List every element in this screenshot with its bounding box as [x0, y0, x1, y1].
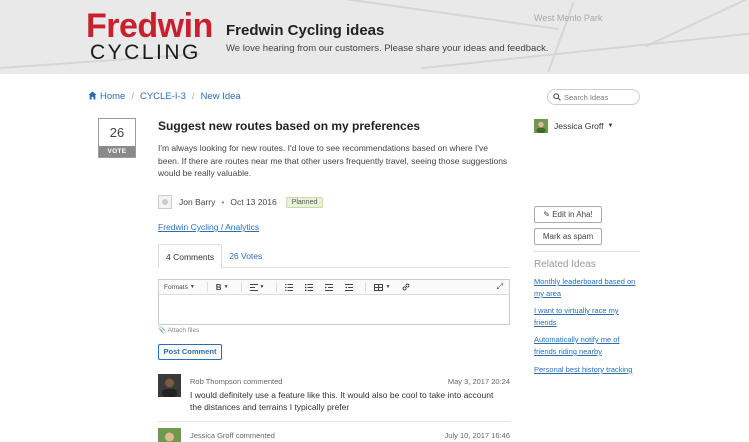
idea-description: I'm always looking for new routes. I'd l…: [158, 143, 508, 178]
comment-editor[interactable]: Formats ▼ B ▼ ▼ ▼ ⤢: [158, 279, 510, 325]
related-idea-link[interactable]: Automatically notify me of friends ridin…: [534, 334, 642, 358]
numbered-list-icon: [305, 283, 314, 291]
toolbar-divider: [240, 282, 242, 292]
comment-timestamp: July 10, 2017 16:46: [444, 431, 510, 440]
breadcrumb-item[interactable]: New Idea: [201, 91, 241, 102]
numbered-list-button[interactable]: [305, 283, 314, 291]
fullscreen-icon[interactable]: ⤢: [497, 282, 503, 292]
sidebar-divider: [534, 251, 640, 252]
link-icon: [403, 283, 410, 291]
commenter-avatar: [158, 374, 181, 397]
breadcrumb: Home / CYCLE-I-3 / New Idea: [88, 91, 241, 102]
related-idea-link[interactable]: I want to virtually race my friends: [534, 305, 642, 329]
align-left-icon: [249, 283, 258, 291]
user-name: Jessica Groff: [554, 121, 604, 131]
author-name: Jon Barry: [179, 197, 216, 207]
site-title: Fredwin Cycling ideas: [226, 22, 385, 39]
indent-icon: [345, 283, 354, 291]
breadcrumb-item[interactable]: CYCLE-I-3: [140, 91, 186, 102]
chevron-down-icon: ▼: [259, 284, 265, 290]
search-input[interactable]: [564, 92, 634, 102]
tab-comments[interactable]: 4 Comments: [158, 244, 223, 269]
toolbar-divider: [206, 282, 208, 292]
idea-title: Suggest new routes based on my preferenc…: [158, 119, 421, 133]
logo-subtitle: CYCLING: [90, 41, 201, 64]
breadcrumb-separator: /: [131, 91, 134, 102]
user-avatar: [534, 119, 548, 133]
header-banner: West Menlo Park Fredwin CYCLING Fredwin …: [0, 0, 749, 74]
status-badge: Planned: [285, 196, 324, 208]
chevron-down-icon: ▼: [607, 123, 614, 129]
attach-files-label: Attach files: [167, 327, 200, 334]
table-button[interactable]: ▼: [374, 283, 391, 291]
edit-in-aha-button[interactable]: ✎ Edit in Aha!: [534, 206, 602, 223]
logo-wordmark[interactable]: Fredwin: [86, 8, 213, 44]
author-avatar: [158, 195, 172, 209]
idea-category-link[interactable]: Fredwin Cycling / Analytics: [158, 222, 259, 232]
comment-author: Rob Thompson commented: [190, 377, 283, 386]
formats-dropdown[interactable]: Formats ▼: [164, 284, 195, 291]
related-ideas-heading: Related Ideas: [534, 259, 596, 270]
link-button[interactable]: [402, 283, 410, 291]
breadcrumb-home[interactable]: Home: [88, 91, 125, 102]
vote-button[interactable]: 26 VOTE: [98, 118, 136, 158]
editor-toolbar: Formats ▼ B ▼ ▼ ▼ ⤢: [159, 280, 509, 295]
bullet-list-icon: [285, 283, 294, 291]
home-icon: [88, 91, 97, 100]
vote-count: 26: [109, 125, 125, 140]
bold-button[interactable]: B ▼: [216, 283, 229, 292]
vote-label: VOTE: [99, 146, 135, 157]
attach-files-link[interactable]: 📎 Attach files: [158, 326, 199, 334]
related-idea-link[interactable]: Personal best history tracking: [534, 364, 642, 376]
site-subtitle: We love hearing from our customers. Plea…: [226, 43, 549, 54]
formats-label: Formats: [164, 283, 188, 291]
search-box[interactable]: [547, 89, 640, 105]
commenter-avatar: [158, 428, 181, 442]
indent-button[interactable]: [345, 283, 354, 291]
comment-body: I would definitely use a feature like th…: [190, 390, 494, 412]
outdent-icon: [325, 283, 334, 291]
post-comment-button[interactable]: Post Comment: [158, 344, 222, 360]
comment-item: Jessica Groff commented July 10, 2017 16…: [158, 428, 510, 442]
breadcrumb-home-label: Home: [100, 91, 126, 102]
table-icon: [374, 283, 384, 291]
idea-date: Oct 13 2016: [230, 197, 277, 207]
chevron-down-icon: ▼: [385, 284, 391, 290]
breadcrumb-separator: /: [191, 91, 195, 102]
pencil-icon: ✎: [543, 210, 550, 219]
toolbar-divider: [365, 282, 367, 292]
align-button[interactable]: ▼: [249, 283, 265, 291]
paperclip-icon: 📎: [158, 327, 167, 334]
comment-item: Rob Thompson commented May 3, 2017 20:24…: [158, 374, 510, 414]
comment-divider: [158, 421, 510, 422]
related-idea-link[interactable]: Monthly leaderboard based on my area: [534, 276, 642, 300]
map-label: West Menlo Park: [534, 13, 603, 23]
search-icon: [553, 93, 561, 101]
bullet-list-button[interactable]: [285, 283, 294, 291]
idea-author-row: Jon Barry • Oct 13 2016 Planned: [158, 195, 324, 209]
comment-tabs: 4 Comments 26 Votes: [158, 244, 510, 269]
bold-icon: B: [215, 282, 222, 292]
tab-votes[interactable]: 26 Votes: [222, 244, 269, 267]
separator-dot: •: [221, 197, 225, 207]
chevron-down-icon: ▼: [189, 284, 195, 290]
comment-timestamp: May 3, 2017 20:24: [447, 377, 510, 386]
toolbar-divider: [276, 282, 278, 292]
outdent-button[interactable]: [325, 283, 334, 291]
comment-author: Jessica Groff commented: [190, 431, 275, 440]
mark-spam-button[interactable]: Mark as spam: [534, 228, 602, 245]
edit-button-label: Edit in Aha!: [552, 210, 593, 219]
user-menu[interactable]: Jessica Groff ▼: [534, 119, 613, 133]
chevron-down-icon: ▼: [223, 284, 229, 290]
